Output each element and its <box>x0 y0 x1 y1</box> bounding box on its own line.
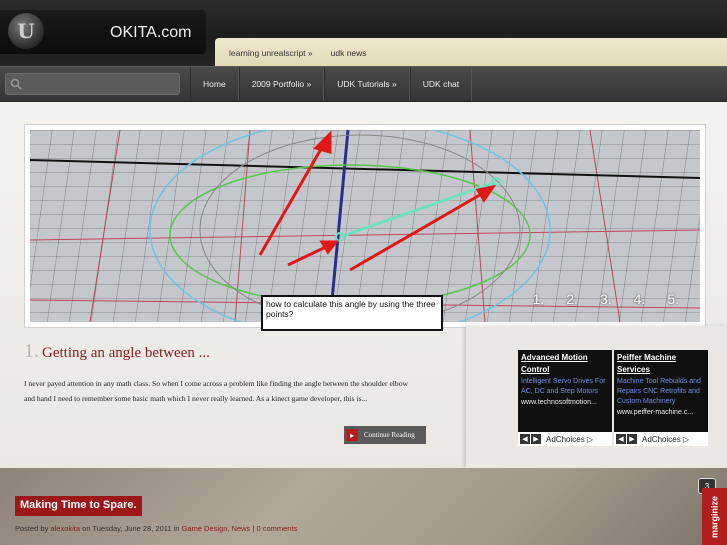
ad-unit[interactable]: Advanced Motion Control Intelligent Serv… <box>518 350 612 446</box>
search-box[interactable] <box>5 73 180 95</box>
nav-item-udk-chat[interactable]: UDK chat <box>409 67 473 101</box>
nav-item-home[interactable]: Home <box>190 67 239 101</box>
ad-panel: Advanced Motion Control Intelligent Serv… <box>466 326 727 468</box>
nav-menu: Home 2009 Portfolio » UDK Tutorials » UD… <box>190 67 473 101</box>
subnav-learning-unrealscript[interactable]: learning unrealscript » <box>229 48 313 58</box>
slider-caption: how to calculate this angle by using the… <box>261 295 443 331</box>
ad-choices-link[interactable]: AdChoices ▷ <box>546 435 593 444</box>
author-link[interactable]: alexokita <box>50 524 80 533</box>
ad-url[interactable]: www.peiffer-machine.c... <box>617 408 705 418</box>
ad-next-icon[interactable]: ▶ <box>627 434 637 444</box>
slider-pagination: 1. 2. 3. 4. 5. <box>533 291 679 307</box>
ad-next-icon[interactable]: ▶ <box>531 434 541 444</box>
nav-item-udk-tutorials[interactable]: UDK Tutorials » <box>324 67 410 101</box>
marginize-tab[interactable]: marginize <box>702 488 727 545</box>
content-area: how to calculate this angle by using the… <box>0 102 727 468</box>
search-input[interactable] <box>28 76 176 92</box>
ad-choices-link[interactable]: AdChoices ▷ <box>642 435 689 444</box>
meta-date: on Tuesday, June 28, 2011 in <box>80 524 182 533</box>
slider-dot[interactable]: 3. <box>600 291 612 307</box>
ad-footer: ◀ ▶ AdChoices ▷ <box>518 432 612 446</box>
unreal-logo-icon: U <box>8 13 44 49</box>
featured-post: 1. Getting an angle between ... I never … <box>24 340 444 460</box>
post-heading[interactable]: Making Time to Spare. <box>15 496 142 516</box>
lower-section: Making Time to Spare. Posted by alexokit… <box>0 468 727 545</box>
category-links[interactable]: Game Design, News <box>182 524 251 533</box>
slider-dot[interactable]: 4. <box>634 291 646 307</box>
site-logo[interactable]: U OKITA.com <box>0 10 206 54</box>
subnav-udk-news[interactable]: udk news <box>331 48 367 58</box>
top-bar: U OKITA.com learning unrealscript » udk … <box>0 0 727 70</box>
slider-dot[interactable]: 1. <box>533 291 545 307</box>
nav-item-2009-portfolio[interactable]: 2009 Portfolio » <box>238 67 325 101</box>
post-meta: Posted by alexokita on Tuesday, June 28,… <box>15 524 297 533</box>
search-icon[interactable] <box>10 78 22 90</box>
post-excerpt: I never payed attention in any math clas… <box>24 379 408 403</box>
ad-prev-icon[interactable]: ◀ <box>520 434 530 444</box>
ad-body[interactable]: Machine Tool Rebuilds and Repairs CNC Re… <box>617 377 705 407</box>
main-navigation: Home 2009 Portfolio » UDK Tutorials » UD… <box>0 66 727 102</box>
ad-title[interactable]: Peiffer Machine Services <box>617 352 705 376</box>
ad-title[interactable]: Advanced Motion Control <box>521 352 609 376</box>
site-name[interactable]: OKITA.com <box>110 24 192 42</box>
featured-slider[interactable]: how to calculate this angle by using the… <box>24 124 706 331</box>
continue-reading-label: Continue Reading <box>364 431 415 439</box>
ad-url[interactable]: www.technosoftmotion... <box>521 398 609 408</box>
post-number: 1. <box>24 340 39 362</box>
ad-footer: ◀ ▶ AdChoices ▷ <box>614 432 708 446</box>
meta-prefix: Posted by <box>15 524 51 533</box>
comments-link[interactable]: 0 comments <box>256 524 297 533</box>
ad-body[interactable]: Intelligent Servo Drives For AC, DC and … <box>521 377 609 397</box>
ad-prev-icon[interactable]: ◀ <box>616 434 626 444</box>
continue-reading-button[interactable]: ▸ Continue Reading <box>344 426 426 444</box>
sub-navigation: learning unrealscript » udk news <box>215 38 727 68</box>
post-title[interactable]: Getting an angle between ... <box>42 345 210 362</box>
slider-dot[interactable]: 2. <box>566 291 578 307</box>
arrow-right-icon: ▸ <box>346 429 358 441</box>
slider-dot[interactable]: 5. <box>667 291 679 307</box>
ad-unit[interactable]: Peiffer Machine Services Machine Tool Re… <box>614 350 708 446</box>
